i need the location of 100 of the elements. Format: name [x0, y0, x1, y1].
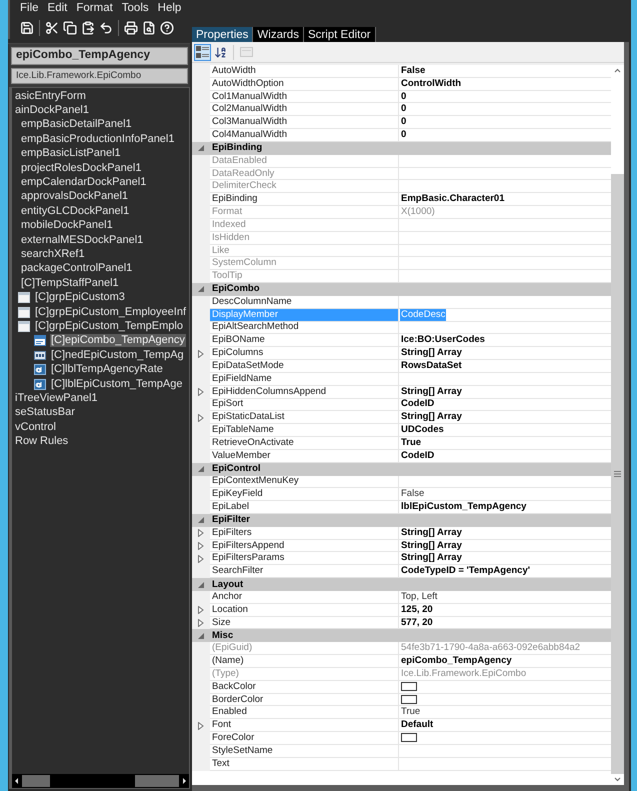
scroll-thumb[interactable]	[135, 775, 179, 787]
tree-item[interactable]: [C]lblEpiCustom_TempAge	[50, 378, 184, 390]
property-name[interactable]: EpiFieldName	[210, 372, 399, 385]
property-name[interactable]: EpiLabel	[210, 501, 399, 513]
tree-item[interactable]: [C]nedEpiCustom_TempAg	[50, 348, 185, 362]
property-name[interactable]: Col4ManualWidth	[210, 129, 399, 141]
property-name[interactable]: Location	[210, 604, 399, 616]
category-header[interactable]: EpiBinding	[192, 142, 611, 155]
tree-item[interactable]: [C]grpEpiCustom3	[34, 291, 126, 304]
tree-item[interactable]: projectRolesDockPanel1	[20, 162, 142, 175]
tree-item[interactable]: empBasicDetailPanel1	[20, 118, 133, 132]
property-name[interactable]: EpiFilters	[210, 526, 399, 539]
tree-item[interactable]: entityGLCDockPanel1	[20, 204, 130, 218]
tab[interactable]: Wizards	[253, 27, 304, 42]
expand-arrow-icon[interactable]	[198, 722, 204, 730]
property-name[interactable]: EpiDataSetMode	[210, 360, 399, 372]
property-name[interactable]: Font	[210, 719, 399, 732]
property-name[interactable]: EpiContextMenuKey	[210, 476, 399, 488]
printer-icon[interactable]	[124, 21, 138, 35]
tree-item[interactable]: empCalendarDockPanel1	[20, 176, 148, 190]
property-name[interactable]: Size	[210, 616, 399, 628]
property-name[interactable]: EpiFiltersAppend	[210, 540, 399, 552]
property-name[interactable]: Col1ManualWidth	[210, 90, 399, 102]
menu-item[interactable]: Help	[158, 0, 182, 18]
print-preview-icon[interactable]	[142, 21, 156, 35]
cut-icon[interactable]	[45, 21, 59, 35]
tree-item[interactable]: ainDockPanel1	[14, 104, 90, 118]
undo-icon[interactable]	[99, 21, 113, 35]
property-name[interactable]: Col3ManualWidth	[210, 116, 399, 128]
grip-icon[interactable]	[614, 471, 621, 477]
horizontal-scrollbar[interactable]	[12, 774, 189, 788]
tree-item[interactable]: approvalsDockPanel1	[20, 190, 130, 204]
expand-arrow-icon[interactable]	[198, 414, 204, 422]
tree-item[interactable]: seStatusBar	[14, 406, 76, 420]
tree-item[interactable]: packageControlPanel1	[20, 262, 134, 276]
property-name[interactable]: Enabled	[210, 706, 399, 718]
tree-item[interactable]: Row Rules	[14, 435, 70, 448]
property-name[interactable]: (Name)	[210, 655, 399, 667]
property-name[interactable]: EpiAltSearchMethod	[210, 322, 399, 334]
property-name[interactable]: AutoWidthOption	[210, 78, 399, 90]
category-header[interactable]: EpiControl	[192, 462, 611, 476]
tree-item[interactable]: [C]lblTempAgencyRate	[50, 363, 164, 376]
menu-item[interactable]: Tools	[122, 0, 149, 18]
property-name[interactable]: DescColumnName	[210, 296, 399, 308]
tree-item[interactable]: [C]TempStaffPanel1	[20, 276, 120, 290]
property-name[interactable]: BorderColor	[210, 694, 399, 706]
property-name[interactable]: Col2ManualWidth	[210, 103, 399, 116]
property-name[interactable]: AutoWidth	[210, 65, 399, 77]
property-name[interactable]: SearchFilter	[210, 565, 399, 578]
tree-item[interactable]: iTreeViewPanel1	[14, 392, 99, 405]
menu-item[interactable]: Format	[76, 0, 113, 18]
tree-item[interactable]: asicEntryForm	[14, 90, 87, 103]
collapse-arrow-icon[interactable]	[198, 466, 204, 472]
property-name[interactable]: EpiFiltersParams	[210, 552, 399, 564]
expand-arrow-icon[interactable]	[198, 388, 204, 396]
category-header[interactable]: EpiCombo	[192, 283, 611, 296]
paste-icon[interactable]	[81, 21, 95, 35]
menu-item[interactable]: Edit	[48, 0, 68, 18]
property-name[interactable]: EpiTableName	[210, 424, 399, 436]
tree-item[interactable]: vControl	[14, 420, 57, 434]
property-name[interactable]: EpiSort	[210, 398, 399, 410]
scroll-thumb[interactable]	[611, 174, 624, 774]
property-name[interactable]: EpiKeyField	[210, 488, 399, 500]
tree-item[interactable]: searchXRef1	[20, 248, 86, 261]
property-name[interactable]: ValueMember	[210, 450, 399, 462]
property-name[interactable]: Anchor	[210, 590, 399, 603]
property-name[interactable]: RetrieveOnActivate	[210, 437, 399, 449]
property-name[interactable]: Text	[210, 758, 399, 770]
property-name[interactable]: EpiColumns	[210, 347, 399, 360]
tree-item[interactable]: externalMESDockPanel1	[20, 234, 144, 247]
collapse-arrow-icon[interactable]	[198, 582, 204, 588]
collapse-arrow-icon[interactable]	[198, 286, 204, 292]
category-header[interactable]: EpiFilter	[192, 514, 611, 527]
copy-icon[interactable]	[63, 21, 77, 35]
tree-item[interactable]: [C]grpEpiCustom_EmployeeInf	[34, 306, 188, 319]
tree-item[interactable]: mobileDockPanel1	[20, 219, 114, 232]
category-header[interactable]: Misc	[192, 629, 611, 642]
property-name[interactable]: BackColor	[210, 680, 399, 693]
help-icon[interactable]	[160, 21, 174, 35]
property-name[interactable]: EpiBOName	[210, 334, 399, 346]
collapse-arrow-icon[interactable]	[198, 145, 204, 152]
tree-item[interactable]: [C]grpEpiCustom_TempEmplo	[34, 320, 184, 333]
save-icon[interactable]	[20, 21, 34, 35]
menu-item[interactable]: File	[20, 0, 39, 18]
property-name[interactable]: EpiHiddenColumnsAppend	[210, 386, 399, 398]
collapse-arrow-icon[interactable]	[198, 517, 204, 524]
collapse-arrow-icon[interactable]	[198, 632, 204, 639]
tab[interactable]: Script Editor	[304, 27, 376, 42]
tree-item[interactable]: empBasicProductionInfoPanel1	[20, 132, 176, 146]
property-name[interactable]: EpiBinding	[210, 193, 399, 206]
scroll-thumb[interactable]	[22, 775, 50, 787]
property-name[interactable]: ForeColor	[210, 732, 399, 744]
property-name[interactable]: EpiStaticDataList	[210, 411, 399, 424]
toolbar-button[interactable]	[194, 44, 211, 60]
expand-arrow-icon[interactable]	[198, 350, 204, 358]
tree-item[interactable]: [C]epiCombo_TempAgency	[50, 334, 186, 348]
tab[interactable]: Properties	[192, 27, 254, 42]
category-header[interactable]: Layout	[192, 578, 611, 591]
property-name[interactable]: StyleSetName	[210, 744, 399, 757]
tree-item[interactable]: empBasicListPanel1	[20, 147, 122, 160]
